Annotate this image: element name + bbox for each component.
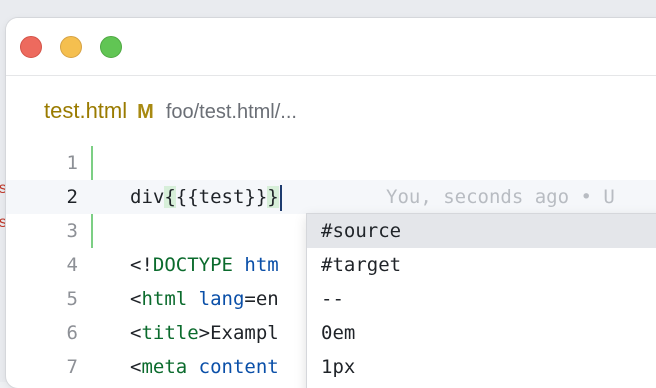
code-text: <meta content <box>130 350 279 384</box>
breadcrumb-path[interactable]: foo/test.html/... <box>166 101 297 124</box>
line-number: 7 <box>66 356 78 378</box>
code-text: <title>Exampl <box>130 316 279 350</box>
git-status-badge: M <box>137 101 154 123</box>
code-token: title <box>141 322 199 344</box>
code-token: < <box>130 356 142 378</box>
suggestion-item[interactable]: #target <box>307 248 656 282</box>
breadcrumb-file-name[interactable]: test.html <box>44 98 127 124</box>
code-text: <!DOCTYPE htm <box>130 248 279 282</box>
code-token: =en <box>244 288 279 310</box>
code-token: DOCTYPE <box>152 254 233 276</box>
code-token: div <box>130 186 165 208</box>
code-line[interactable]: 1 <box>6 146 656 180</box>
close-window-button[interactable] <box>20 36 42 58</box>
line-number: 5 <box>66 288 78 310</box>
suggestion-item[interactable]: 0em <box>307 316 656 350</box>
line-number: 6 <box>66 322 78 344</box>
code-token: {{test}} <box>175 186 268 208</box>
autocomplete-suggestions[interactable]: #source #target -- 0em 1px <box>306 213 656 388</box>
code-text: <html lang=en <box>130 282 279 316</box>
code-line-active[interactable]: 2 div{{{test}}} You, seconds ago • U <box>6 180 656 214</box>
code-token: <! <box>130 254 153 276</box>
code-token: html <box>141 288 188 310</box>
code-token: meta <box>141 356 188 378</box>
matching-brace: { <box>164 186 176 208</box>
suggestion-item[interactable]: -- <box>307 282 656 316</box>
suggestion-item-selected[interactable]: #source <box>307 214 656 248</box>
line-number: 2 <box>66 186 78 208</box>
maximize-window-button[interactable] <box>100 36 122 58</box>
inline-git-blame: You, seconds ago • U <box>386 186 615 208</box>
minimize-window-button[interactable] <box>60 36 82 58</box>
code-token: < <box>130 322 142 344</box>
code-token: < <box>130 288 142 310</box>
line-number: 4 <box>66 254 78 276</box>
code-text: div{{{test}}} <box>130 180 282 214</box>
breadcrumb: test.html M foo/test.html/... <box>44 98 297 126</box>
editor-window: test.html M foo/test.html/... 1 2 div{{{… <box>6 18 656 388</box>
code-token: htm <box>232 254 279 276</box>
title-bar <box>6 18 656 76</box>
line-number: 1 <box>66 152 78 174</box>
code-token: content <box>187 356 279 378</box>
suggestion-item[interactable]: 1px <box>307 350 656 384</box>
code-token: >Exampl <box>198 322 279 344</box>
text-cursor <box>279 184 282 211</box>
line-number: 3 <box>66 220 78 242</box>
code-token: lang <box>187 288 245 310</box>
matching-brace: } <box>267 186 279 208</box>
